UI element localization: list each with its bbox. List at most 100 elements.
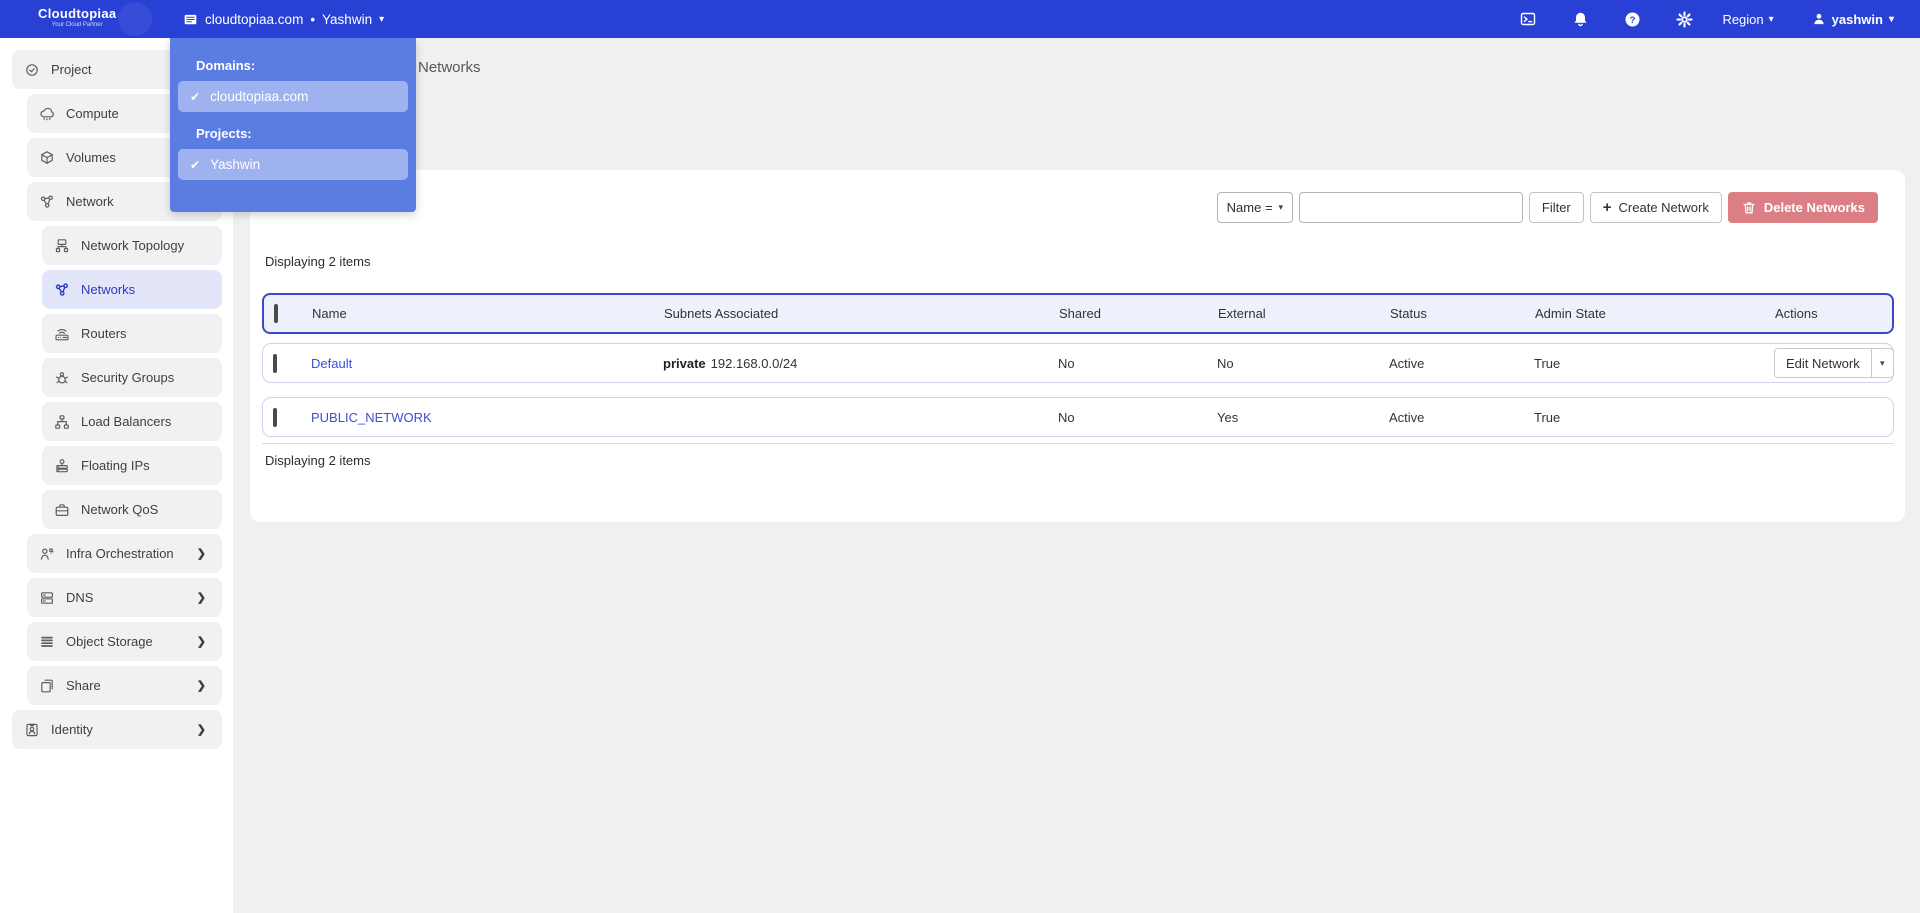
sidebar-item-label: Volumes <box>66 150 116 165</box>
shared-cell: No <box>1058 409 1075 425</box>
sidebar-item-label: Network <box>66 194 114 209</box>
domain-project-switcher[interactable]: cloudtopiaa.com • Yashwin ▾ <box>183 0 384 38</box>
sidebar-item-label: Floating IPs <box>81 458 150 473</box>
sidebar-item-load-balancers[interactable]: Load Balancers <box>42 402 222 441</box>
bell-icon[interactable] <box>1570 9 1590 29</box>
project-option-yashwin[interactable]: ✔ Yashwin <box>178 149 408 180</box>
domain-project-dropdown: Domains: ✔ cloudtopiaa.com Projects: ✔ Yas… <box>170 38 416 212</box>
table-row-default: Default private 192.168.0.0/24 No No Active Tr… <box>262 343 1894 383</box>
domain-option-cloudtopiaa-com[interactable]: ✔ cloudtopiaa.com <box>178 81 408 112</box>
sidebar-item-label: Networks <box>81 282 136 297</box>
sidebar-item-network-topology[interactable]: Network Topology <box>42 226 222 265</box>
create-network-button[interactable]: + Create Network <box>1589 192 1722 223</box>
projects-label: Projects: <box>196 126 252 141</box>
security-groups-icon <box>54 370 70 386</box>
sidebar-item-share[interactable]: Share ❯ <box>27 666 222 705</box>
project-option-label: Yashwin <box>210 157 261 172</box>
delete-networks-button[interactable]: Delete Networks <box>1727 192 1878 223</box>
column-header-subnets-associated: Subnets Associated <box>664 306 779 321</box>
chevron-right-icon: ❯ <box>196 724 206 736</box>
status-cell: Active <box>1389 409 1425 425</box>
table-footer-divider <box>262 443 1894 444</box>
shared-cell: No <box>1058 355 1075 371</box>
chevron-down-icon: ▾ <box>1278 202 1284 212</box>
sidebar-item-routers[interactable]: Routers <box>42 314 222 353</box>
filter-field-label: Name = <box>1226 200 1273 215</box>
sidebar-item-label: Routers <box>81 326 127 341</box>
brand-logo[interactable]: Cloudtopiaa Your Cloud Partner <box>38 6 116 28</box>
select-all-checkbox[interactable] <box>274 304 278 323</box>
identity-icon <box>24 722 40 738</box>
brand-bubble-decoration <box>118 2 152 36</box>
region-menu[interactable]: Region ▾ <box>1722 12 1773 27</box>
sidebar-item-label: Compute <box>66 106 119 121</box>
volumes-icon <box>39 150 55 166</box>
chevron-right-icon: ❯ <box>196 680 206 692</box>
trash-icon <box>1741 200 1757 216</box>
sidebar-item-label: Network QoS <box>81 502 159 517</box>
status-cell: Active <box>1389 355 1425 371</box>
brand-tagline: Your Cloud Partner <box>51 22 103 28</box>
network-icon <box>39 194 55 210</box>
sidebar-item-infra-orchestration[interactable]: Infra Orchestration ❯ <box>27 534 222 573</box>
table-row-public-network: PUBLIC_NETWORK No Yes Active True <box>262 397 1894 437</box>
items-count-bottom: Displaying 2 items <box>265 453 371 468</box>
project-icon <box>24 62 40 78</box>
filter-button[interactable]: Filter <box>1528 192 1584 223</box>
domain-list-icon <box>183 12 198 27</box>
sidebar-item-label: Security Groups <box>81 370 175 385</box>
sidebar-item-label: Object Storage <box>66 634 153 649</box>
table-header: Name Subnets Associated Shared External Stat… <box>262 293 1894 334</box>
sidebar-item-label: Infra Orchestration <box>66 546 174 561</box>
external-cell: No <box>1217 355 1234 371</box>
user-icon <box>1812 12 1826 26</box>
chevron-down-icon: ▾ <box>1888 13 1894 25</box>
sidebar-item-network-qos[interactable]: Network QoS <box>42 490 222 529</box>
column-header-name: Name <box>312 306 347 321</box>
sidebar-item-security-groups[interactable]: Security Groups <box>42 358 222 397</box>
page-title: Networks <box>418 59 481 76</box>
help-icon[interactable]: ? <box>1622 9 1642 29</box>
floating-ips-icon <box>54 458 70 474</box>
terminal-icon[interactable] <box>1518 9 1538 29</box>
column-header-external: External <box>1218 306 1266 321</box>
switcher-domain: cloudtopiaa.com <box>205 11 304 27</box>
sidebar-item-label: Identity <box>51 722 93 737</box>
svg-text:?: ? <box>1630 14 1636 25</box>
sidebar-item-identity[interactable]: Identity ❯ <box>12 710 222 749</box>
share-icon <box>39 678 55 694</box>
load-balancers-icon <box>54 414 70 430</box>
edit-network-button[interactable]: Edit Network <box>1774 348 1872 378</box>
row-checkbox[interactable] <box>273 353 277 373</box>
sidebar-item-floating-ips[interactable]: Floating IPs <box>42 446 222 485</box>
sidebar-item-label: DNS <box>66 590 94 605</box>
items-count-top: Displaying 2 items <box>265 254 371 269</box>
gear-icon[interactable] <box>1674 9 1694 29</box>
sidebar-item-object-storage[interactable]: Object Storage ❯ <box>27 622 222 661</box>
actions-dropdown-toggle[interactable]: ▾ <box>1871 348 1894 378</box>
column-header-status: Status <box>1390 306 1427 321</box>
region-label: Region <box>1722 11 1764 27</box>
filter-field-select[interactable]: Name = ▾ <box>1216 192 1293 223</box>
subnets-cell: private 192.168.0.0/24 <box>663 355 798 371</box>
chevron-right-icon: ❯ <box>196 592 206 604</box>
row-checkbox[interactable] <box>273 407 277 427</box>
networks-icon <box>54 282 70 298</box>
sidebar-item-label: Network Topology <box>81 238 185 253</box>
network-name-link[interactable]: Default <box>311 356 352 371</box>
check-icon: ✔ <box>190 157 201 172</box>
domain-option-label: cloudtopiaa.com <box>210 89 309 104</box>
switcher-separator: • <box>310 11 316 27</box>
check-icon: ✔ <box>190 89 201 104</box>
admin-state-cell: True <box>1534 355 1561 371</box>
sidebar-item-dns[interactable]: DNS ❯ <box>27 578 222 617</box>
compute-icon <box>39 106 55 122</box>
top-navbar: Cloudtopiaa Your Cloud Partner cloudtopi… <box>0 0 1920 38</box>
user-menu[interactable]: yashwin ▾ <box>1812 12 1894 27</box>
column-header-actions: Actions <box>1775 306 1818 321</box>
network-name-link[interactable]: PUBLIC_NETWORK <box>311 410 432 425</box>
sidebar-item-networks[interactable]: Networks <box>42 270 222 309</box>
routers-icon <box>54 326 70 342</box>
search-input[interactable] <box>1298 192 1523 223</box>
chevron-down-icon: ▾ <box>379 13 385 25</box>
